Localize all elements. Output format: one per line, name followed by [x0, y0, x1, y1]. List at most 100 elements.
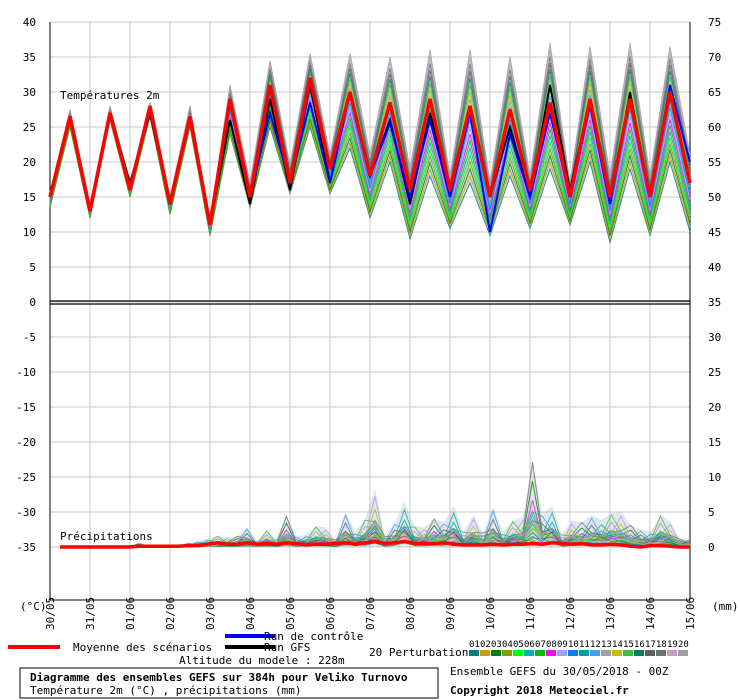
perturbation-number: 02: [480, 640, 491, 650]
right-tick-label: 30: [708, 331, 721, 344]
x-date-label: 06/06: [324, 597, 337, 630]
x-date-label: 30/05: [44, 597, 57, 630]
right-unit-label: (mm): [712, 600, 739, 613]
perturbation-number: 19: [667, 640, 678, 650]
left-tick-label: -20: [16, 436, 36, 449]
perturbation-swatch: [524, 650, 534, 656]
perturbation-number: 11: [579, 640, 590, 650]
right-tick-label: 20: [708, 401, 721, 414]
perturbation-swatch: [656, 650, 666, 656]
left-tick-label: -25: [16, 471, 36, 484]
perturbation-swatch: [502, 650, 512, 656]
x-date-label: 13/06: [604, 597, 617, 630]
right-tick-label: 45: [708, 226, 721, 239]
perturbation-swatch: [612, 650, 622, 656]
x-date-label: 08/06: [404, 597, 417, 630]
left-tick-label: -15: [16, 401, 36, 414]
left-tick-label: 35: [23, 51, 36, 64]
perturbation-swatch: [469, 650, 479, 656]
right-tick-label: 10: [708, 471, 721, 484]
perturbation-swatch: [568, 650, 578, 656]
perturbation-number: 17: [645, 640, 656, 650]
perturbation-swatch: [557, 650, 567, 656]
right-tick-label: 0: [708, 541, 715, 554]
right-tick-label: 25: [708, 366, 721, 379]
x-date-label: 05/06: [284, 597, 297, 630]
right-tick-label: 75: [708, 16, 721, 29]
perturbation-number: 05: [513, 640, 524, 650]
x-date-label: 31/05: [84, 597, 97, 630]
left-tick-label: 15: [23, 191, 36, 204]
perturbation-number: 15: [623, 640, 634, 650]
perturbation-number: 13: [601, 640, 612, 650]
x-date-label: 07/06: [364, 597, 377, 630]
left-tick-label: -5: [23, 331, 36, 344]
left-tick-label: 40: [23, 16, 36, 29]
left-tick-label: 30: [23, 86, 36, 99]
x-date-label: 02/06: [164, 597, 177, 630]
left-tick-label: 5: [29, 261, 36, 274]
left-tick-label: 0: [29, 296, 36, 309]
right-tick-label: 40: [708, 261, 721, 274]
right-tick-label: 50: [708, 191, 721, 204]
perturbation-swatch: [546, 650, 556, 656]
perturbation-swatch: [667, 650, 677, 656]
right-tick-label: 5: [708, 506, 715, 519]
perturbation-swatch: [601, 650, 611, 656]
chart-subtitle: Température 2m (°C) , précipitations (mm…: [30, 684, 302, 697]
perturbation-swatch: [678, 650, 688, 656]
perturbation-number: 14: [612, 640, 623, 650]
legend-gfs-label: Run GFS: [264, 641, 310, 654]
perturbation-number: 08: [546, 640, 557, 650]
right-tick-label: 55: [708, 156, 721, 169]
perturbation-number: 09: [557, 640, 568, 650]
perturbation-number: 12: [590, 640, 601, 650]
perturbation-swatch: [491, 650, 501, 656]
perturbation-number: 07: [535, 640, 546, 650]
x-date-label: 14/06: [644, 597, 657, 630]
temperature-section-label: Températures 2m: [60, 89, 160, 102]
perturbation-number: 04: [502, 640, 513, 650]
perturbation-swatch: [590, 650, 600, 656]
copyright: Copyright 2018 Meteociel.fr: [450, 684, 629, 697]
right-tick-label: 60: [708, 121, 721, 134]
perturbation-number: 01: [469, 640, 480, 650]
perturbation-number: 06: [524, 640, 535, 650]
perturbation-number: 20: [678, 640, 689, 650]
left-unit-label: (°C): [20, 600, 47, 613]
x-date-label: 12/06: [564, 597, 577, 630]
perturbation-swatch: [513, 650, 523, 656]
perturbation-number: 10: [568, 640, 579, 650]
altitude-label: Altitude du modele : 228m: [179, 654, 345, 667]
x-date-label: 01/06: [124, 597, 137, 630]
x-date-label: 15/06: [684, 597, 697, 630]
perturbation-swatch: [634, 650, 644, 656]
x-date-label: 11/06: [524, 597, 537, 630]
left-tick-label: -30: [16, 506, 36, 519]
x-date-label: 03/06: [204, 597, 217, 630]
perturbation-swatch: [579, 650, 589, 656]
perturbation-swatch: [535, 650, 545, 656]
right-tick-label: 35: [708, 296, 721, 309]
left-tick-label: -10: [16, 366, 36, 379]
gefs-ensemble-chart: 4035302520151050-5-10-15-20-25-30-357570…: [0, 0, 740, 700]
run-info: Ensemble GEFS du 30/05/2018 - 00Z: [450, 665, 669, 678]
right-tick-label: 65: [708, 86, 721, 99]
left-tick-label: 10: [23, 226, 36, 239]
legend-mean-label: Moyenne des scénarios: [73, 641, 212, 654]
right-tick-label: 15: [708, 436, 721, 449]
perturbation-swatch: [480, 650, 490, 656]
chart-title: Diagramme des ensembles GEFS sur 384h po…: [30, 671, 408, 684]
x-date-label: 10/06: [484, 597, 497, 630]
x-date-label: 04/06: [244, 597, 257, 630]
perturbation-number: 03: [491, 640, 502, 650]
perturbation-number: 18: [656, 640, 667, 650]
left-tick-label: -35: [16, 541, 36, 554]
perturbation-number: 16: [634, 640, 645, 650]
precipitation-section-label: Précipitations: [60, 530, 153, 543]
right-tick-label: 70: [708, 51, 721, 64]
x-date-label: 09/06: [444, 597, 457, 630]
perturbation-swatch: [645, 650, 655, 656]
perturbation-swatch: [623, 650, 633, 656]
legend-perturbations-label: 20 Perturbations: [369, 646, 475, 659]
